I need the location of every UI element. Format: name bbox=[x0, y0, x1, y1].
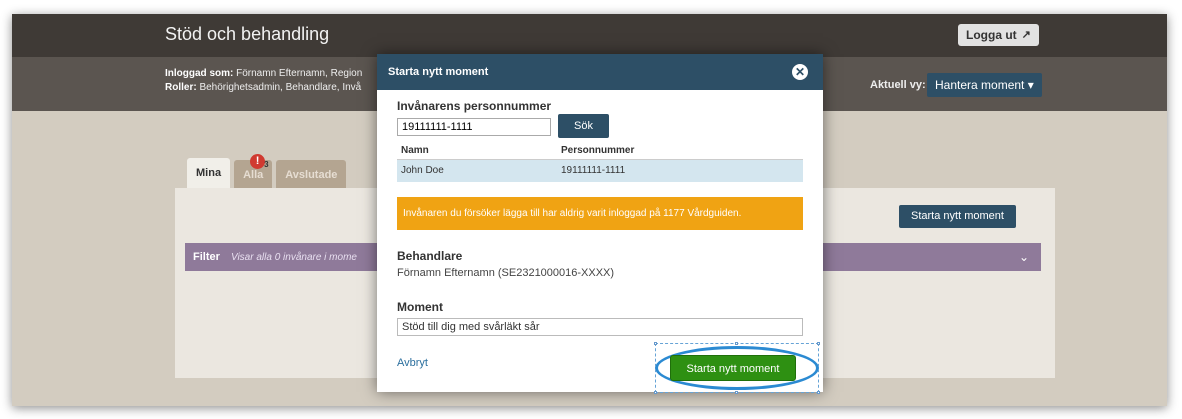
start-moment-modal: Starta nytt moment ✕ Invånarens personnu… bbox=[377, 54, 823, 394]
selection-handle bbox=[654, 391, 657, 394]
pn-label: Invånarens personnummer bbox=[397, 99, 552, 113]
moment-label: Moment bbox=[397, 300, 443, 314]
selection-handle bbox=[817, 342, 820, 345]
moment-field[interactable] bbox=[397, 318, 803, 336]
selection-handle bbox=[735, 342, 738, 345]
selection-handle bbox=[654, 342, 657, 345]
row-name: John Doe bbox=[401, 165, 444, 176]
selection-handle bbox=[735, 391, 738, 394]
col-name: Namn bbox=[401, 145, 429, 156]
table-row[interactable]: John Doe 19111111-1111 bbox=[397, 160, 803, 182]
modal-header: Starta nytt moment ✕ bbox=[377, 54, 823, 90]
search-button[interactable]: Sök bbox=[558, 114, 609, 138]
personnummer-input[interactable] bbox=[397, 118, 551, 136]
behandlare-label: Behandlare bbox=[397, 249, 463, 263]
start-moment-button[interactable]: Starta nytt moment bbox=[670, 355, 796, 381]
selection-handle bbox=[817, 391, 820, 394]
col-personnummer: Personnummer bbox=[561, 145, 635, 156]
close-icon[interactable]: ✕ bbox=[792, 64, 808, 80]
result-table: Namn Personnummer John Doe 19111111-1111 bbox=[397, 142, 803, 182]
modal-title: Starta nytt moment bbox=[388, 66, 489, 78]
behandlare-value: Förnamn Efternamn (SE2321000016-XXXX) bbox=[397, 267, 615, 279]
row-personnummer: 19111111-1111 bbox=[561, 165, 626, 176]
table-header: Namn Personnummer bbox=[397, 142, 803, 160]
warning-alert: Invånaren du försöker lägga till har ald… bbox=[397, 197, 803, 230]
cancel-link[interactable]: Avbryt bbox=[397, 357, 428, 369]
